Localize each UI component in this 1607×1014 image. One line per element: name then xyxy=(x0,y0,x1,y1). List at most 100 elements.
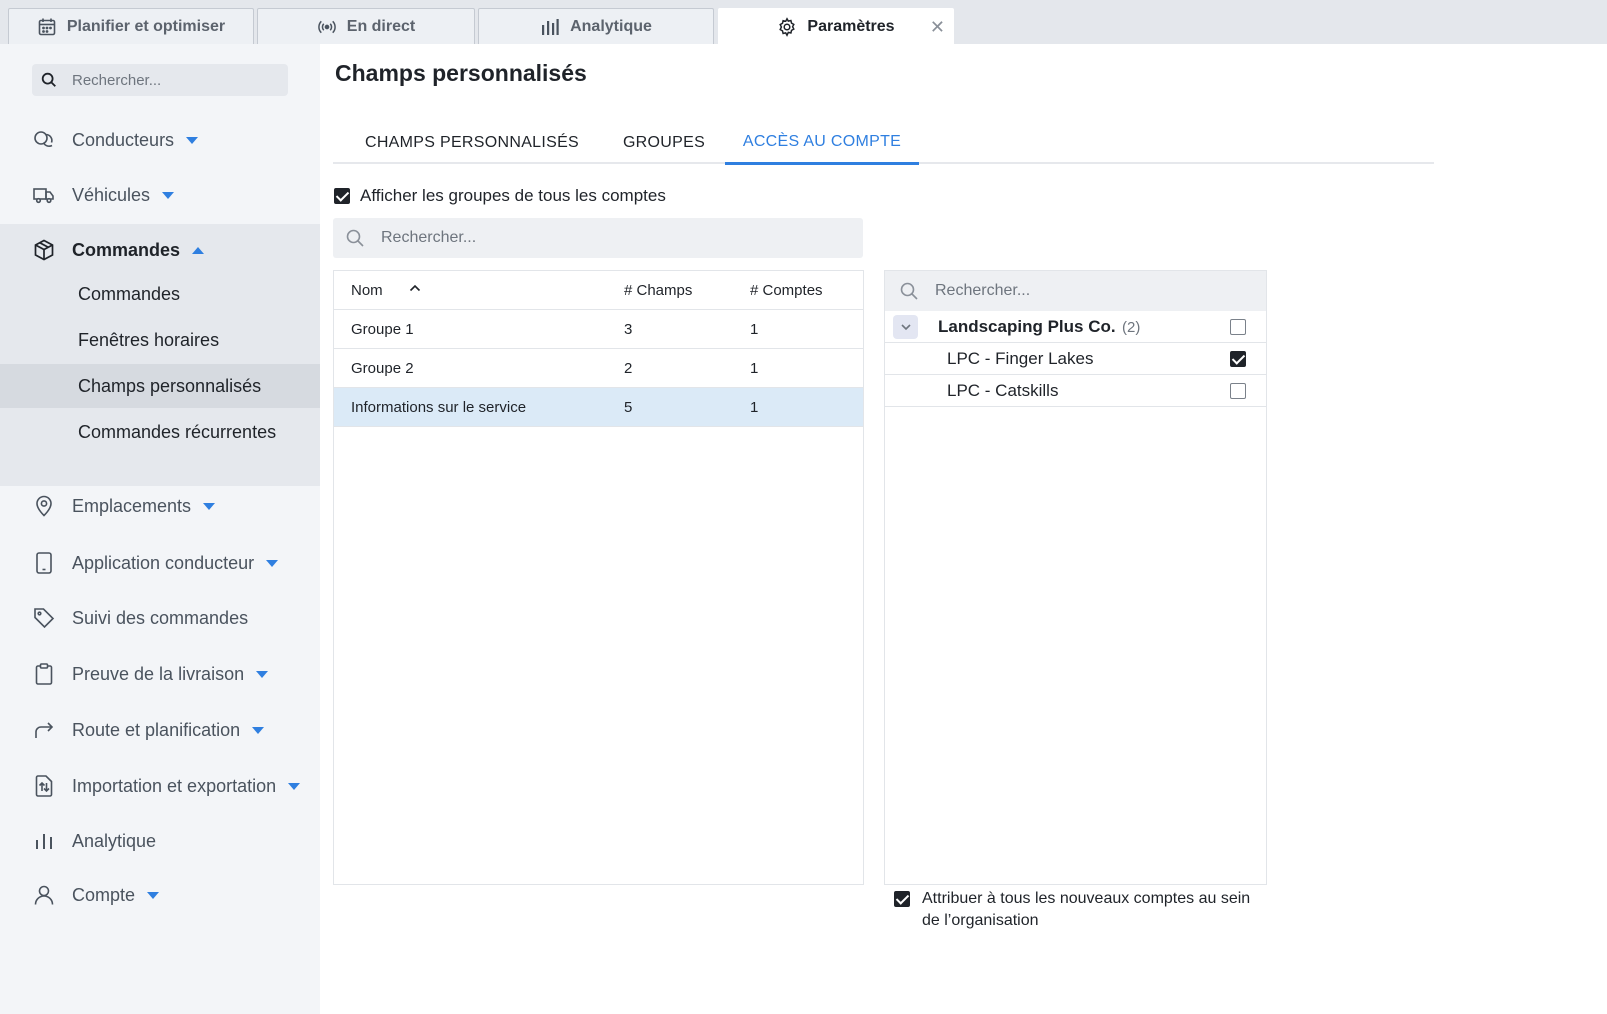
broadcast-icon xyxy=(317,20,336,33)
assign-new-accounts-checkbox[interactable] xyxy=(894,891,910,907)
group-accounts-count: 1 xyxy=(750,321,759,338)
account-parent-name: Landscaping Plus Co. xyxy=(938,317,1116,336)
calendar-icon xyxy=(38,18,56,35)
table-row[interactable]: Groupe 2 2 1 xyxy=(334,349,863,388)
sidebar-item-compte[interactable]: Compte xyxy=(0,875,320,915)
accounts-search-input[interactable]: Rechercher... xyxy=(885,271,1266,311)
group-fields-count: 5 xyxy=(624,399,633,416)
search-icon xyxy=(41,72,56,87)
group-name: Groupe 2 xyxy=(351,360,414,377)
top-tab-bar: Planifier et optimiser En direct Analyti… xyxy=(0,0,1607,44)
sidebar-subitem-label: Fenêtres horaires xyxy=(78,329,220,350)
sidebar-subitem-champs-personnalises[interactable]: Champs personnalisés xyxy=(0,364,320,408)
table-row[interactable]: Informations sur le service 5 1 xyxy=(334,388,863,427)
sidebar-item-label: Emplacements xyxy=(72,495,192,516)
phone-icon xyxy=(36,552,52,574)
group-fields-count: 3 xyxy=(624,321,633,338)
chevron-down-icon xyxy=(900,324,911,331)
account-checkbox[interactable] xyxy=(1230,383,1246,399)
clipboard-icon xyxy=(35,663,53,685)
tab-label: Analytique xyxy=(570,17,652,35)
sidebar-subitem-label: Commandes xyxy=(78,283,181,304)
box-icon xyxy=(34,239,54,261)
groups-table: Nom # Champs # Comptes Groupe 1 3 1 Grou… xyxy=(333,270,864,885)
tab-label: CHAMPS PERSONNALISÉS xyxy=(364,134,580,151)
sort-ascending-icon[interactable] xyxy=(408,281,422,295)
account-row: LPC - Finger Lakes xyxy=(885,343,1266,375)
truck-icon xyxy=(33,188,54,204)
group-accounts-count: 1 xyxy=(750,360,759,377)
sidebar-item-label: Conducteurs xyxy=(72,129,175,150)
sidebar-item-label: Preuve de la livraison xyxy=(72,663,245,684)
sidebar-item-analytique[interactable]: Analytique xyxy=(0,821,320,861)
sidebar-item-label: Compte xyxy=(72,884,136,905)
header-nom[interactable]: Nom xyxy=(351,282,383,299)
groups-search-input[interactable]: Rechercher... xyxy=(333,218,863,258)
sidebar-item-commandes[interactable]: Commandes xyxy=(0,230,320,270)
sidebar-item-route-et-planification[interactable]: Route et planification xyxy=(0,710,320,750)
account-parent-checkbox[interactable] xyxy=(1230,319,1246,335)
account-checkbox[interactable] xyxy=(1230,351,1246,367)
show-all-groups-checkbox[interactable] xyxy=(334,188,350,204)
search-placeholder: Rechercher... xyxy=(381,229,477,246)
page-title: Champs personnalisés xyxy=(335,60,587,86)
import-export-icon xyxy=(35,775,53,797)
group-name: Informations sur le service xyxy=(351,399,527,416)
account-name: LPC - Finger Lakes xyxy=(947,349,1094,368)
expand-toggle[interactable] xyxy=(893,315,918,339)
sidebar-subitem-commandes[interactable]: Commandes xyxy=(0,272,320,316)
show-all-groups-option: Afficher les groupes de tous les comptes xyxy=(334,186,666,206)
accounts-panel: Rechercher... Landscaping Plus Co. (2) L… xyxy=(884,270,1267,885)
sidebar-item-vehicules[interactable]: Véhicules xyxy=(0,175,320,215)
sidebar-item-preuve-de-la-livraison[interactable]: Preuve de la livraison xyxy=(0,654,320,694)
sidebar-search-input[interactable]: Rechercher... xyxy=(32,64,288,96)
sidebar-subitem-label: Champs personnalisés xyxy=(78,375,262,396)
sidebar-item-conducteurs[interactable]: Conducteurs xyxy=(0,120,320,160)
sidebar-item-label: Commandes xyxy=(72,239,181,260)
chevron-down-icon xyxy=(256,670,269,678)
group-fields-count: 2 xyxy=(624,360,633,377)
table-row[interactable]: Groupe 1 3 1 xyxy=(334,310,863,349)
search-placeholder: Rechercher... xyxy=(935,282,1031,299)
search-icon xyxy=(900,282,918,300)
chevron-down-icon xyxy=(147,891,160,899)
tab-acces-au-compte[interactable]: ACCÈS AU COMPTE xyxy=(725,122,919,165)
tab-label: Planifier et optimiser xyxy=(66,17,226,35)
chevron-down-icon xyxy=(203,502,216,510)
subtab-bar: CHAMPS PERSONNALISÉS GROUPES ACCÈS AU CO… xyxy=(333,122,1434,165)
search-placeholder: Rechercher... xyxy=(72,71,162,89)
sidebar-item-label: Analytique xyxy=(72,830,157,851)
chevron-up-icon xyxy=(192,246,205,254)
chevron-down-icon xyxy=(288,782,301,790)
chevron-down-icon xyxy=(252,726,265,734)
tab-groupes[interactable]: GROUPES xyxy=(611,122,717,164)
location-pin-icon xyxy=(36,495,52,517)
tab-en-direct[interactable]: En direct xyxy=(257,8,475,44)
group-accounts-count: 1 xyxy=(750,399,759,416)
tab-label: En direct xyxy=(346,17,416,35)
tab-label: GROUPES xyxy=(622,134,706,151)
sidebar-item-suivi-des-commandes[interactable]: Suivi des commandes xyxy=(0,598,320,638)
sidebar-item-label: Véhicules xyxy=(72,184,151,205)
sidebar-item-importation-et-exportation[interactable]: Importation et exportation xyxy=(0,766,320,806)
sidebar: Rechercher... Conducteurs Véhicules Comm… xyxy=(0,44,320,1014)
tab-analytique[interactable]: Analytique xyxy=(478,8,714,44)
bar-chart-icon xyxy=(542,18,559,35)
search-icon xyxy=(346,229,364,247)
tab-planifier[interactable]: Planifier et optimiser xyxy=(8,8,254,44)
tab-champs-personnalises[interactable]: CHAMPS PERSONNALISÉS xyxy=(333,122,611,164)
header-champs[interactable]: # Champs xyxy=(624,282,692,299)
assign-new-accounts-label: Attribuer à tous les nouveaux comptes au… xyxy=(922,890,1251,929)
close-icon[interactable]: ✕ xyxy=(930,18,945,36)
user-icon xyxy=(34,885,54,905)
tab-parametres[interactable]: Paramètres ✕ xyxy=(718,8,954,44)
header-comptes[interactable]: # Comptes xyxy=(750,282,823,299)
account-count: (2) xyxy=(1122,319,1141,336)
route-arrow-icon xyxy=(35,722,54,738)
sidebar-subitem-commandes-recurrentes[interactable]: Commandes récurrentes xyxy=(0,410,320,454)
show-all-groups-label: Afficher les groupes de tous les comptes xyxy=(360,186,666,205)
sidebar-subitem-fenetres-horaires[interactable]: Fenêtres horaires xyxy=(0,318,320,362)
tab-label: Paramètres xyxy=(807,17,895,35)
sidebar-item-application-conducteur[interactable]: Application conducteur xyxy=(0,543,320,583)
sidebar-item-emplacements[interactable]: Emplacements xyxy=(0,486,320,526)
